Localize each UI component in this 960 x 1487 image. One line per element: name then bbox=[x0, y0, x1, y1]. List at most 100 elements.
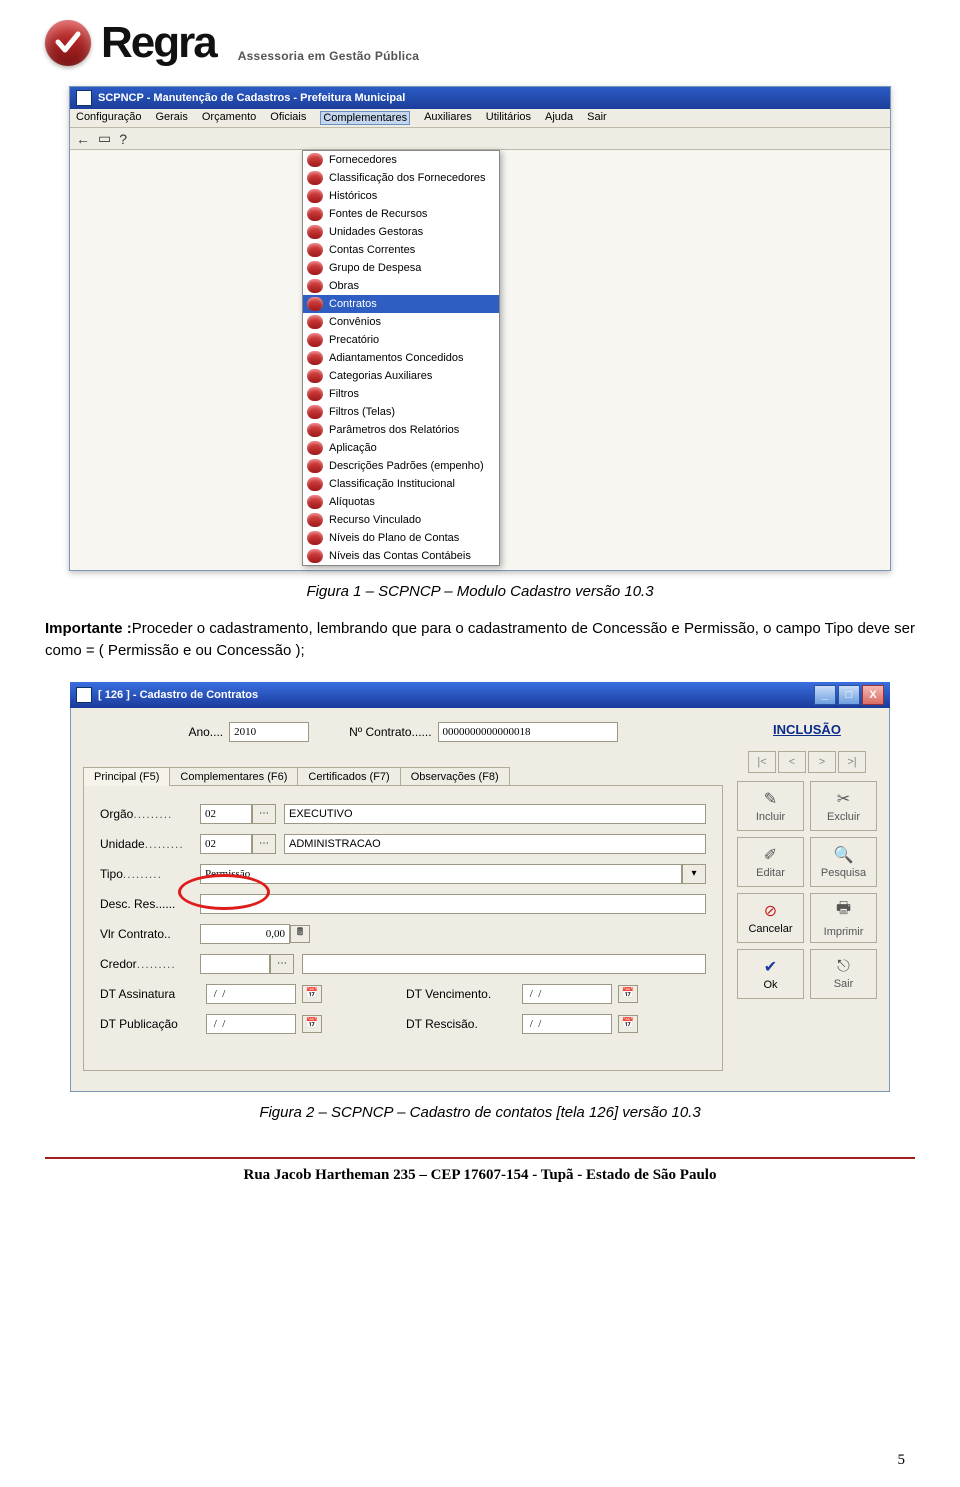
menu-item[interactable]: Convênios bbox=[303, 313, 499, 331]
menu-item[interactable]: Alíquotas bbox=[303, 493, 499, 511]
back-icon[interactable]: ← bbox=[76, 131, 90, 147]
record-nav-button[interactable]: < bbox=[778, 751, 806, 773]
orgao-text-input[interactable] bbox=[284, 804, 706, 824]
record-nav-button[interactable]: >| bbox=[838, 751, 866, 773]
ok-button[interactable]: ✔Ok bbox=[737, 949, 804, 999]
sair-button[interactable]: ⎋Sair bbox=[810, 949, 877, 999]
credor-code-input[interactable] bbox=[200, 954, 270, 974]
tipo-select[interactable] bbox=[200, 864, 682, 884]
close-button[interactable]: X bbox=[862, 685, 884, 705]
num-contrato-input[interactable] bbox=[438, 722, 618, 742]
menu-item[interactable]: Níveis do Plano de Contas bbox=[303, 529, 499, 547]
calendar-icon[interactable]: 📅 bbox=[618, 1015, 638, 1033]
menu-configuração[interactable]: Configuração bbox=[76, 111, 141, 125]
menu-item[interactable]: Classificação dos Fornecedores bbox=[303, 169, 499, 187]
calendar-icon[interactable]: 📅 bbox=[302, 985, 322, 1003]
menu-item[interactable]: Classificação Institucional bbox=[303, 475, 499, 493]
window-restore-icon[interactable]: ▭ bbox=[98, 130, 111, 147]
menu-item[interactable]: Fornecedores bbox=[303, 151, 499, 169]
ano-input[interactable] bbox=[229, 722, 309, 742]
menu-item[interactable]: Contas Correntes bbox=[303, 241, 499, 259]
footer-rule bbox=[45, 1157, 915, 1159]
menu-utilitários[interactable]: Utilitários bbox=[486, 111, 531, 125]
menu-item[interactable]: Grupo de Despesa bbox=[303, 259, 499, 277]
cancelar-icon: ⊘ bbox=[764, 901, 777, 921]
menu-item-label: Recurso Vinculado bbox=[329, 512, 421, 528]
menu-item-badge-icon bbox=[307, 387, 323, 401]
calculator-icon[interactable]: 🖩 bbox=[290, 925, 310, 943]
editar-icon: ✐ bbox=[764, 845, 777, 865]
menu-item[interactable]: Unidades Gestoras bbox=[303, 223, 499, 241]
menu-item[interactable]: Parâmetros dos Relatórios bbox=[303, 421, 499, 439]
menu-oficiais[interactable]: Oficiais bbox=[270, 111, 306, 125]
credor-picker-button[interactable]: ⋯ bbox=[270, 954, 294, 974]
menu-complementares[interactable]: Complementares bbox=[320, 111, 410, 125]
calendar-icon[interactable]: 📅 bbox=[302, 1015, 322, 1033]
tab[interactable]: Certificados (F7) bbox=[297, 767, 400, 786]
menu-item[interactable]: Descrições Padrões (empenho) bbox=[303, 457, 499, 475]
maximize-button[interactable]: □ bbox=[838, 685, 860, 705]
menu-item[interactable]: Precatório bbox=[303, 331, 499, 349]
orgao-code-input[interactable] bbox=[200, 804, 252, 824]
vlr-input[interactable] bbox=[200, 924, 290, 944]
menu-orçamento[interactable]: Orçamento bbox=[202, 111, 256, 125]
record-nav-button[interactable]: |< bbox=[748, 751, 776, 773]
dt-rescisao-input[interactable] bbox=[522, 1014, 612, 1034]
menu-item-badge-icon bbox=[307, 261, 323, 275]
dt-publicacao-input[interactable] bbox=[206, 1014, 296, 1034]
vlr-label: Vlr Contrato.. bbox=[100, 927, 200, 941]
help-icon[interactable]: ? bbox=[119, 131, 127, 147]
menu-item[interactable]: Filtros bbox=[303, 385, 499, 403]
unidade-code-input[interactable] bbox=[200, 834, 252, 854]
menu-sair[interactable]: Sair bbox=[587, 111, 607, 125]
menu-gerais[interactable]: Gerais bbox=[155, 111, 187, 125]
menu-item-badge-icon bbox=[307, 423, 323, 437]
menu-item-label: Históricos bbox=[329, 188, 377, 204]
unidade-picker-button[interactable]: ⋯ bbox=[252, 834, 276, 854]
action-label: Cancelar bbox=[748, 923, 792, 935]
tab[interactable]: Observações (F8) bbox=[400, 767, 510, 786]
menu-item-badge-icon bbox=[307, 441, 323, 455]
menu-item[interactable]: Níveis das Contas Contábeis bbox=[303, 547, 499, 565]
menu-item[interactable]: Recurso Vinculado bbox=[303, 511, 499, 529]
desc-input[interactable] bbox=[200, 894, 706, 914]
incluir-button[interactable]: ✎Incluir bbox=[737, 781, 804, 831]
menu-item[interactable]: Adiantamentos Concedidos bbox=[303, 349, 499, 367]
menu-item-badge-icon bbox=[307, 531, 323, 545]
brand-header: Regra Assessoria em Gestão Pública bbox=[45, 20, 915, 66]
record-nav-button[interactable]: > bbox=[808, 751, 836, 773]
credor-text-input[interactable] bbox=[302, 954, 706, 974]
excluir-button[interactable]: ✂Excluir bbox=[810, 781, 877, 831]
menu-item[interactable]: Obras bbox=[303, 277, 499, 295]
orgao-label: Orgão bbox=[100, 807, 200, 821]
menu-item-badge-icon bbox=[307, 513, 323, 527]
menu-item[interactable]: Fontes de Recursos bbox=[303, 205, 499, 223]
tab[interactable]: Principal (F5) bbox=[83, 767, 170, 786]
menu-ajuda[interactable]: Ajuda bbox=[545, 111, 573, 125]
menu-item[interactable]: Categorias Auxiliares bbox=[303, 367, 499, 385]
menu-item[interactable]: Aplicação bbox=[303, 439, 499, 457]
imprimir-button[interactable]: 🖶Imprimir bbox=[810, 893, 877, 943]
minimize-button[interactable]: _ bbox=[814, 685, 836, 705]
orgao-picker-button[interactable]: ⋯ bbox=[252, 804, 276, 824]
calendar-icon[interactable]: 📅 bbox=[618, 985, 638, 1003]
app-icon bbox=[76, 90, 92, 106]
tipo-dropdown-icon[interactable]: ▾ bbox=[682, 864, 706, 884]
tipo-label: Tipo bbox=[100, 867, 200, 881]
page-number: 5 bbox=[898, 1452, 906, 1469]
dt-vencimento-input[interactable] bbox=[522, 984, 612, 1004]
unidade-text-input[interactable] bbox=[284, 834, 706, 854]
menu-item[interactable]: Filtros (Telas) bbox=[303, 403, 499, 421]
menu-item-label: Categorias Auxiliares bbox=[329, 368, 432, 384]
pesquisa-button[interactable]: 🔍Pesquisa bbox=[810, 837, 877, 887]
menu-item[interactable]: Históricos bbox=[303, 187, 499, 205]
tab[interactable]: Complementares (F6) bbox=[169, 767, 298, 786]
desc-label: Desc. Res...... bbox=[100, 897, 200, 911]
editar-button[interactable]: ✐Editar bbox=[737, 837, 804, 887]
menu-auxiliares[interactable]: Auxiliares bbox=[424, 111, 472, 125]
cancelar-button[interactable]: ⊘ Cancelar bbox=[737, 893, 804, 943]
sair-icon: ⎋ bbox=[837, 958, 850, 976]
dt-assinatura-input[interactable] bbox=[206, 984, 296, 1004]
menu-item[interactable]: Contratos bbox=[303, 295, 499, 313]
menu-item-badge-icon bbox=[307, 207, 323, 221]
